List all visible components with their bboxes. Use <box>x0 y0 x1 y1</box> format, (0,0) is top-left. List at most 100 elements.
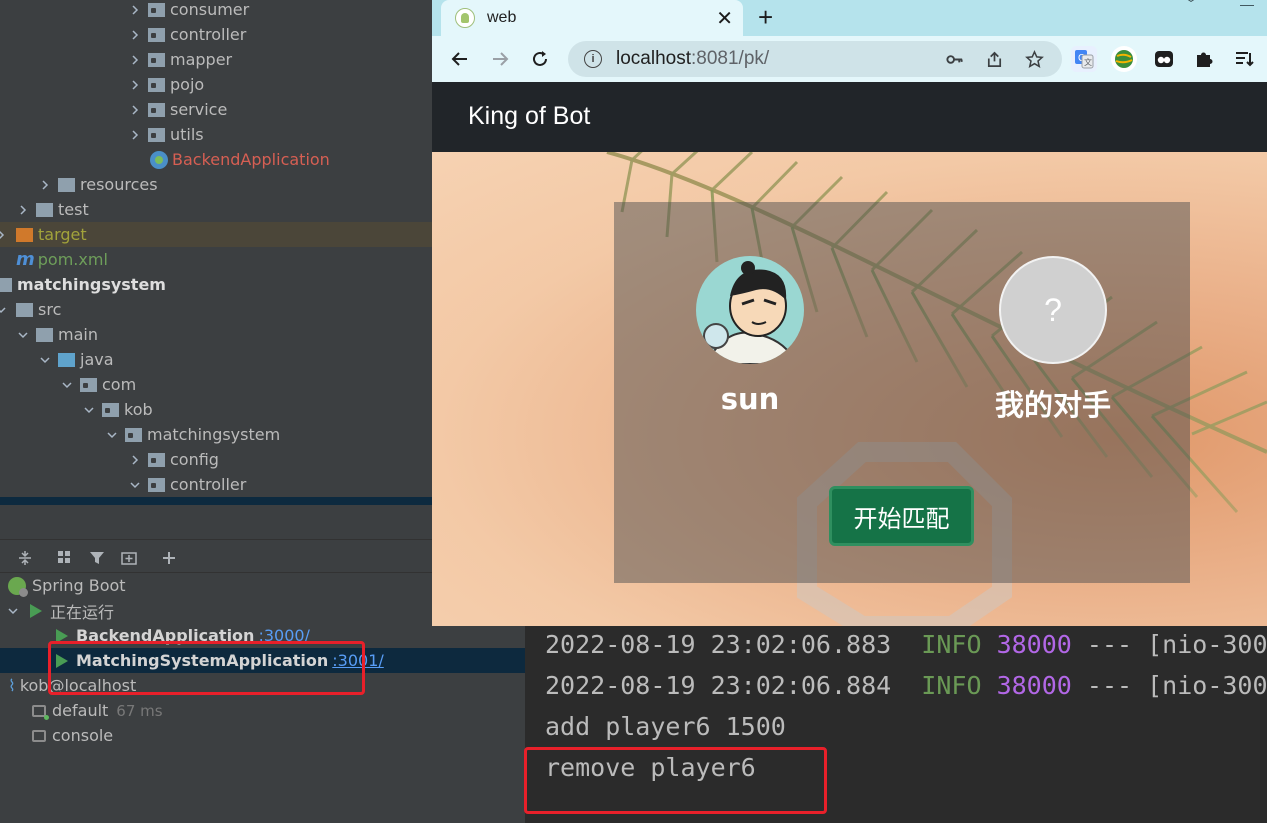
package-icon <box>148 27 165 42</box>
chevron-down-icon[interactable]: ﹀ <box>1184 0 1198 14</box>
extensions-puzzle-icon[interactable] <box>1191 46 1217 72</box>
tree-item-matchingsystem-package[interactable]: matchingsystem <box>0 422 432 447</box>
minimize-icon[interactable]: — <box>1240 0 1254 12</box>
chevron-down-icon[interactable] <box>38 353 52 367</box>
back-button[interactable] <box>448 47 472 71</box>
folder-icon <box>36 202 53 217</box>
page-background: sun ? 我的对手 开始匹配 <box>432 152 1267 626</box>
package-icon <box>125 427 142 442</box>
tree-item-matchingsystem-module[interactable]: matchingsystem <box>0 272 432 297</box>
site-info-icon[interactable]: i <box>584 50 602 68</box>
page-navbar: King of Bot <box>432 82 1267 152</box>
folder-icon <box>36 327 53 342</box>
opponent-avatar: ? <box>999 256 1107 364</box>
address-bar[interactable]: i localhost:8081/pk/ <box>568 41 1062 77</box>
tree-item-kob[interactable]: kob <box>0 397 432 422</box>
chevron-right-icon[interactable] <box>38 178 52 192</box>
player-opponent: ? 我的对手 <box>958 256 1148 424</box>
selected-row-edge <box>0 497 432 505</box>
browser-toolbar: i localhost:8081/pk/ G文 <box>432 36 1267 82</box>
reading-list-icon[interactable] <box>1231 46 1257 72</box>
chevron-down-icon[interactable] <box>128 478 142 492</box>
chevron-right-icon[interactable] <box>128 78 142 92</box>
chevron-down-icon[interactable] <box>16 328 30 342</box>
module-icon <box>0 277 12 292</box>
tree-item-controller-2[interactable]: controller <box>0 472 432 497</box>
group-by-icon[interactable] <box>54 547 76 569</box>
forward-button[interactable] <box>488 47 512 71</box>
log-line: 2022-08-19 23:02:06.884 INFO 38000 --- [… <box>545 671 1267 700</box>
session-icon <box>32 729 46 742</box>
tree-item-pojo[interactable]: pojo <box>0 72 432 97</box>
chevron-down-icon[interactable] <box>105 428 119 442</box>
chevron-down-icon[interactable] <box>0 303 10 317</box>
tree-item-controller[interactable]: controller <box>0 22 432 47</box>
package-icon <box>148 52 165 67</box>
package-icon <box>148 2 165 17</box>
chevron-right-icon[interactable] <box>128 3 142 17</box>
tree-item-src[interactable]: src <box>0 297 432 322</box>
tree-item-config[interactable]: config <box>0 447 432 472</box>
chevron-down-icon[interactable] <box>60 378 74 392</box>
tree-item-utils[interactable]: utils <box>0 122 432 147</box>
folder-icon <box>16 302 33 317</box>
chevron-right-icon[interactable] <box>128 103 142 117</box>
chevron-right-icon[interactable] <box>0 228 10 242</box>
share-icon[interactable] <box>984 49 1004 69</box>
tampermonkey-extension-icon[interactable] <box>1151 46 1177 72</box>
browser-tab[interactable]: web ✕ <box>441 0 743 36</box>
chevron-down-icon[interactable] <box>8 606 22 616</box>
translate-extension-icon[interactable]: G文 <box>1071 46 1097 72</box>
tree-item-mapper[interactable]: mapper <box>0 47 432 72</box>
brand-link[interactable]: King of Bot <box>468 102 590 131</box>
chevron-right-icon[interactable] <box>128 453 142 467</box>
package-icon <box>148 452 165 467</box>
tree-item-pom[interactable]: m pom.xml <box>0 247 432 272</box>
datasource-console-session[interactable]: console <box>0 723 525 748</box>
chevron-right-icon[interactable] <box>128 128 142 142</box>
tree-item-com[interactable]: com <box>0 372 432 397</box>
match-card: sun ? 我的对手 开始匹配 <box>614 202 1190 583</box>
chevron-right-icon[interactable] <box>128 53 142 67</box>
add-service-icon[interactable] <box>158 547 180 569</box>
package-icon <box>148 127 165 142</box>
datasource-default-session[interactable]: default 67 ms <box>0 698 525 723</box>
datasource-icon: ⌇ <box>8 676 16 695</box>
tab-strip: web ✕ + ﹀ — <box>432 0 1267 36</box>
session-icon <box>32 704 49 720</box>
tree-item-consumer[interactable]: consumer <box>0 0 432 22</box>
package-icon <box>102 402 119 417</box>
package-icon <box>148 77 165 92</box>
highlight-box-matchingsystem <box>48 641 365 695</box>
chevron-right-icon[interactable] <box>16 203 30 217</box>
tree-item-backendapplication[interactable]: BackendApplication <box>0 147 432 172</box>
spring-class-icon <box>150 150 168 169</box>
package-icon <box>148 477 165 492</box>
tree-item-resources[interactable]: resources <box>0 172 432 197</box>
log-line: 2022-08-19 23:02:06.883 INFO 38000 --- [… <box>545 630 1267 659</box>
filter-icon[interactable] <box>86 547 108 569</box>
key-icon[interactable] <box>944 49 964 69</box>
bookmark-star-icon[interactable] <box>1024 49 1044 69</box>
package-icon <box>80 377 97 392</box>
run-icon <box>30 603 42 618</box>
reload-button[interactable] <box>528 47 552 71</box>
tree-item-java[interactable]: java <box>0 347 432 372</box>
tree-item-test[interactable]: test <box>0 197 432 222</box>
maven-icon: m <box>16 249 35 270</box>
excluded-folder-icon <box>16 227 33 242</box>
tree-item-target[interactable]: target <box>0 222 432 247</box>
start-match-button[interactable]: 开始匹配 <box>829 486 974 546</box>
chevron-down-icon[interactable] <box>82 403 96 417</box>
tree-item-main[interactable]: main <box>0 322 432 347</box>
browser-window: web ✕ + ﹀ — i localhost:8081/pk/ G文 King… <box>432 0 1267 626</box>
tree-item-service[interactable]: service <box>0 97 432 122</box>
source-folder-icon <box>58 352 75 367</box>
collapse-all-icon[interactable] <box>14 547 36 569</box>
close-tab-icon[interactable]: ✕ <box>716 6 733 31</box>
globe-extension-icon[interactable] <box>1111 46 1137 72</box>
project-tree: consumer controller mapper pojo service … <box>0 0 432 505</box>
chevron-right-icon[interactable] <box>128 28 142 42</box>
new-tab-icon[interactable] <box>118 547 140 569</box>
new-tab-button[interactable]: + <box>758 2 773 33</box>
